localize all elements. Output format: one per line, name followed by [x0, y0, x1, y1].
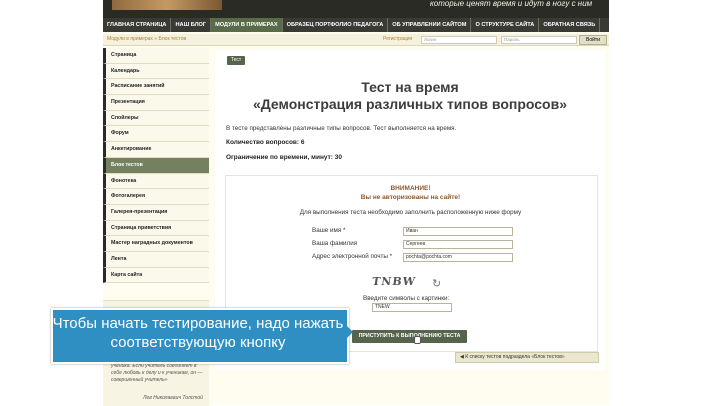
email-input[interactable]: pochta@pochta.com [403, 253, 513, 262]
question-count: Количество вопросов: 6 [226, 139, 305, 146]
sub-bar: Модули в примерах » Блок тестов Регистра… [103, 34, 609, 46]
email-label: Адрес электронной почты * [312, 253, 393, 260]
sidebar-item-tests[interactable]: Блок тестов [103, 157, 209, 174]
sidebar-item-photo-gallery[interactable]: Фотогалерея [103, 189, 209, 205]
test-tab-button[interactable]: Тест [227, 56, 245, 65]
tooltip-line-2: соответствующую кнопку [110, 334, 286, 351]
warning-title: ВНИМАНИЕ! [390, 185, 431, 192]
sidebar-item-forum[interactable]: Форум [103, 126, 209, 143]
nav-item-site-management[interactable]: ОБ УПРАВЛЕНИИ САЙТОМ [388, 18, 472, 32]
nav-item-blog[interactable]: НАШ БЛОГ [171, 18, 212, 32]
sidebar-menu: Страница Календарь Расписание занятий Пр… [103, 48, 209, 284]
sidebar-item-survey[interactable]: Анкетирование [103, 142, 209, 158]
name-input[interactable]: Иван [403, 227, 513, 236]
time-limit: Ограничение по времени, минут: 30 [226, 154, 342, 161]
sidebar-item-presentation[interactable]: Презентация [103, 95, 209, 111]
back-to-tests-link[interactable]: ◀ К списку тестов подраздела «Блок тесто… [455, 352, 599, 363]
sidebar-item-schedule[interactable]: Расписание занятий [103, 79, 209, 96]
refresh-captcha-icon[interactable]: ↻ [432, 277, 441, 290]
test-description: В тесте представлены различные типы вопр… [226, 125, 457, 132]
sidebar-item-welcome-page[interactable]: Страница приветствия [103, 220, 209, 237]
login-input[interactable]: Логин [421, 36, 497, 44]
surname-label: Ваша фамилия [312, 240, 358, 247]
header-banner-image [112, 0, 222, 10]
nav-item-feedback[interactable]: ОБРАТНАЯ СВЯЗЬ [539, 18, 601, 32]
sidebar-item-gallery-presentation[interactable]: Галерея-презентация [103, 204, 209, 221]
sidebar-item-sitemap[interactable]: Карта сайта [103, 267, 209, 284]
captcha-input[interactable]: TNEW [372, 303, 452, 312]
nav-item-portfolio[interactable]: ОБРАЗЕЦ ПОРТФОЛИО ПЕДАГОГА [283, 18, 389, 32]
nav-item-modules[interactable]: МОДУЛИ В ПРИМЕРАХ [211, 18, 283, 32]
tooltip-arrow [345, 324, 353, 340]
nav-item-home[interactable]: ГЛАВНАЯ СТРАНИЦА [103, 18, 172, 32]
nav-item-site-structure[interactable]: О СТРУКТУРЕ САЙТА [471, 18, 540, 32]
password-input[interactable]: Пароль [501, 36, 577, 44]
surname-input[interactable]: Сергеев [403, 240, 513, 249]
test-title: Тест на время [361, 79, 459, 95]
tooltip-line-1: Чтобы начать тестирование, надо нажать [52, 315, 344, 332]
sidebar-item-feed[interactable]: Лента [103, 251, 209, 268]
sidebar-item-spoilers[interactable]: Спойлеры [103, 110, 209, 127]
warning-text: Вы не авторизованы на сайте! [360, 194, 461, 201]
captcha-label: Введите символы с картинки: [363, 295, 450, 302]
back-link-label: К списку тестов подраздела «Блок тестов» [465, 354, 565, 360]
form-instructions: Для выполнения теста необходимо заполнит… [299, 209, 522, 216]
name-label: Ваше имя * [312, 227, 346, 234]
sidebar-item-award-master[interactable]: Мастер наградных документов [103, 236, 209, 252]
breadcrumb[interactable]: Модули в примерах » Блок тестов [107, 36, 186, 42]
sidebar-item-calendar[interactable]: Календарь [103, 63, 209, 80]
mouse-pointer-icon [414, 336, 421, 344]
login-button[interactable]: Войти [579, 35, 607, 45]
main-nav: ГЛАВНАЯ СТРАНИЦА НАШ БЛОГ МОДУЛИ В ПРИМЕ… [103, 18, 609, 32]
register-link[interactable]: Регистрация [383, 36, 412, 42]
quote-text: ученика. Если учитель соединяет в себе л… [111, 363, 203, 383]
captcha-image: TNBW [371, 275, 417, 288]
start-test-button[interactable]: ПРИСТУПИТЬ К ВЫПОЛНЕНИЮ ТЕСТА [352, 330, 467, 343]
sidebar-item-audio[interactable]: Фонотека [103, 173, 209, 190]
test-subtitle: «Демонстрация различных типов вопросов» [252, 96, 567, 112]
header-tagline: которые ценят время и идут в ногу с ним [430, 0, 593, 8]
sidebar-item-page[interactable]: Страница [103, 48, 209, 64]
quote-author: Лев Николаевич Толстой [143, 395, 203, 401]
